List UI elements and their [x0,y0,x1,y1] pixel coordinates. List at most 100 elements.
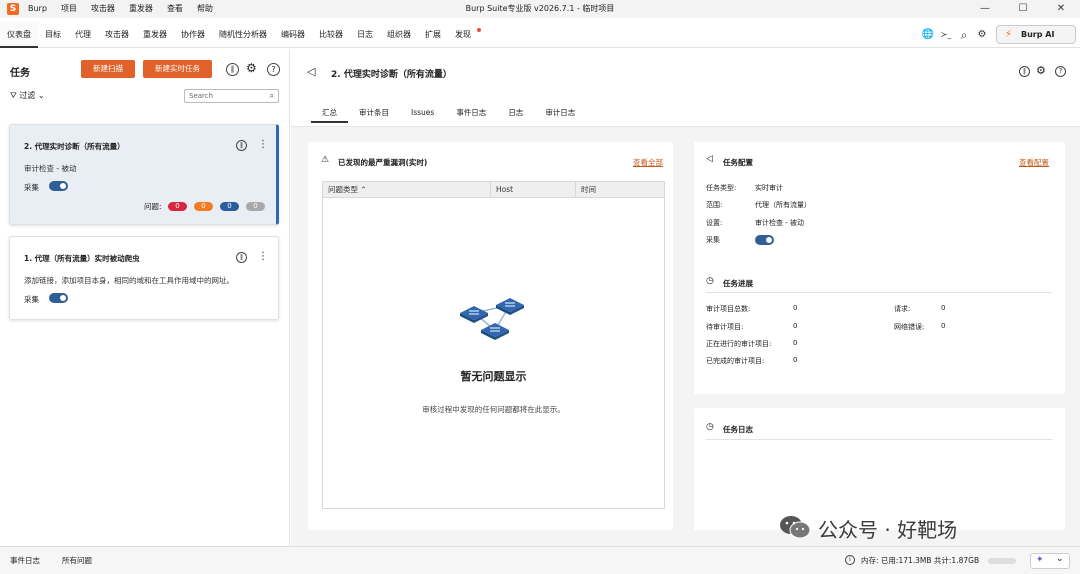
search-icon[interactable]: ⌕ [957,28,971,42]
help-icon[interactable]: ? [1055,66,1066,77]
empty-state-subtitle: 审核过程中发现的任何问题都将在此显示。 [422,405,565,414]
empty-issues-illustration-icon [460,298,524,340]
main-tab-bar: 仪表盘 目标 代理 攻击器 重发器 协作器 随机性分析器 编码器 比较器 日志 … [0,22,1080,48]
pause-icon[interactable]: ‖ [236,140,247,151]
task-card-subtitle: 审计检查 - 被动 [24,164,77,173]
scope-label: 范围: [706,201,723,209]
tab-audit-items[interactable]: 审计条目 [348,103,400,123]
tab-sequencer[interactable]: 随机性分析器 [212,22,274,48]
minimize-button[interactable]: — [966,0,1004,18]
collect-toggle[interactable] [755,235,774,245]
memory-usage: 内存: 已用:171.3MB 共计:1.87GB [861,556,980,565]
pause-icon[interactable]: ‖ [236,252,247,263]
tab-repeater[interactable]: 重发器 [136,22,174,48]
in-progress-audit-items-label: 正在进行的审计项目: [706,340,772,348]
close-window-button[interactable]: ✕ [1042,0,1080,18]
tool-tabs: 仪表盘 目标 代理 攻击器 重发器 协作器 随机性分析器 编码器 比较器 日志 … [0,22,483,48]
globe-icon[interactable]: 🌐 [921,28,935,42]
task-card-2[interactable]: 2. 代理实时诊断（所有流量） ‖ ⋮ 审计检查 - 被动 采集 问题: 0 0… [9,124,279,225]
help-icon[interactable]: ? [267,63,280,76]
completed-audit-items-label: 已完成的审计项目: [706,357,765,365]
total-audit-items-label: 审计项目总数: [706,305,751,313]
tab-extensions[interactable]: 扩展 [418,22,448,48]
view-all-link[interactable]: 查看全部 [633,157,663,168]
tab-collaborator[interactable]: 协作器 [174,22,212,48]
tab-dashboard[interactable]: 仪表盘 [0,22,38,48]
divider [706,439,1052,440]
tab-logger[interactable]: 日志 [497,103,534,123]
detail-header: ◁ 2. 代理实时诊断（所有流量） ‖ ⚙ ? [291,49,1080,97]
tab-intruder[interactable]: 攻击器 [98,22,136,48]
tab-summary[interactable]: 汇总 [311,103,348,123]
tab-comparer[interactable]: 比较器 [312,22,350,48]
tab-logger[interactable]: 日志 [350,22,380,48]
pause-icon[interactable]: ‖ [226,63,239,76]
low-issues-badge[interactable]: 0 [220,202,239,211]
menu-project[interactable]: 项目 [61,0,77,18]
collapse-left-icon: ◁ [706,154,713,164]
collapse-left-icon[interactable]: ◁ [307,65,315,78]
collect-label: 采集 [24,183,39,192]
collect-toggle[interactable] [49,181,68,191]
terminal-icon[interactable]: ≻_ [939,28,953,42]
issues-panel-title: 已发现的最严重漏洞(实时) [338,158,428,167]
new-live-task-button[interactable]: 新建实时任务 [143,60,212,78]
col-time[interactable]: 时间 [575,182,596,197]
tab-target[interactable]: 目标 [38,22,68,48]
requests-label: 请求: [894,305,911,313]
new-scan-button[interactable]: 新建扫描 [81,60,135,78]
tab-proxy[interactable]: 代理 [68,22,98,48]
ai-assistant-dropdown[interactable]: ✦ ⌄ [1030,553,1070,569]
col-issue-type[interactable]: 问题类型 ⌃ [328,182,367,197]
issues-table-body: 暂无问题显示 审核过程中发现的任何问题都将在此显示。 [322,198,665,509]
sparkle-icon: ✦ [1036,555,1044,565]
memory-bar [988,558,1016,564]
col-issue-type-label: 问题类型 [328,185,358,194]
filter-dropdown[interactable]: ⛛ 过滤 ⌄ [10,90,45,101]
task-config-panel: ◁ 任务配置 查看配置 任务类型: 实时审计 范围: 代理（所有流量） 设置: … [694,142,1065,394]
burp-ai-button[interactable]: ⚡ Burp AI [996,25,1076,44]
all-issues-button[interactable]: 所有问题 [62,547,92,574]
tab-audit-log[interactable]: 审计日志 [534,103,586,123]
col-host[interactable]: Host [490,182,513,197]
wechat-icon [780,516,811,539]
task-card-subtitle: 添加链接，添加项目本身，相同的域和在工具作用域中的网址。 [24,276,234,285]
collect-label: 采集 [706,236,720,244]
settings-gear-icon[interactable]: ⚙ [246,61,257,75]
menu-repeater[interactable]: 重发器 [129,0,153,18]
menu-view[interactable]: 查看 [167,0,183,18]
tab-discover[interactable]: 发现 [448,22,483,48]
pending-audit-items-label: 待审计项目: [706,323,744,331]
tab-organizer[interactable]: 组织器 [380,22,418,48]
high-issues-badge[interactable]: 0 [168,202,187,211]
settings-gear-icon[interactable]: ⚙ [975,28,989,42]
menu-help[interactable]: 帮助 [197,0,213,18]
burp-logo: S [7,3,19,15]
watermark-text: 公众号 · 好靶场 [818,518,958,542]
config-panel-title: 任务配置 [723,158,753,167]
collect-toggle[interactable] [49,293,68,303]
tab-event-log[interactable]: 事件日志 [445,103,497,123]
empty-state-title: 暂无问题显示 [460,370,527,383]
settings-gear-icon[interactable]: ⚙ [1036,64,1046,77]
pause-icon[interactable]: ‖ [1019,66,1030,77]
info-issues-badge[interactable]: 0 [246,202,265,211]
menu-burp[interactable]: Burp [28,0,47,18]
settings-value: 审计检查 - 被动 [755,219,804,227]
medium-issues-badge[interactable]: 0 [194,202,213,211]
tab-issues[interactable]: Issues [400,103,445,123]
task-search-input[interactable]: Search ⌕ [184,89,279,103]
maximize-button[interactable]: ☐ [1004,0,1042,18]
menu-intruder[interactable]: 攻击器 [91,0,115,18]
pending-audit-items-value: 0 [793,322,798,330]
more-options-icon[interactable]: ⋮ [258,252,268,262]
more-options-icon[interactable]: ⋮ [258,140,268,150]
view-config-link[interactable]: 查看配置 [1019,157,1049,168]
search-placeholder: Search [189,92,214,100]
tasks-title: 任务 [10,68,30,79]
event-log-button[interactable]: 事件日志 [10,547,40,574]
tab-decoder[interactable]: 编码器 [274,22,312,48]
filter-icon: ⛛ [10,91,17,100]
task-type-label: 任务类型: [706,184,737,192]
task-card-1[interactable]: 1. 代理（所有流量）实时被动爬虫 ‖ ⋮ 添加链接，添加项目本身，相同的域和在… [9,236,279,320]
